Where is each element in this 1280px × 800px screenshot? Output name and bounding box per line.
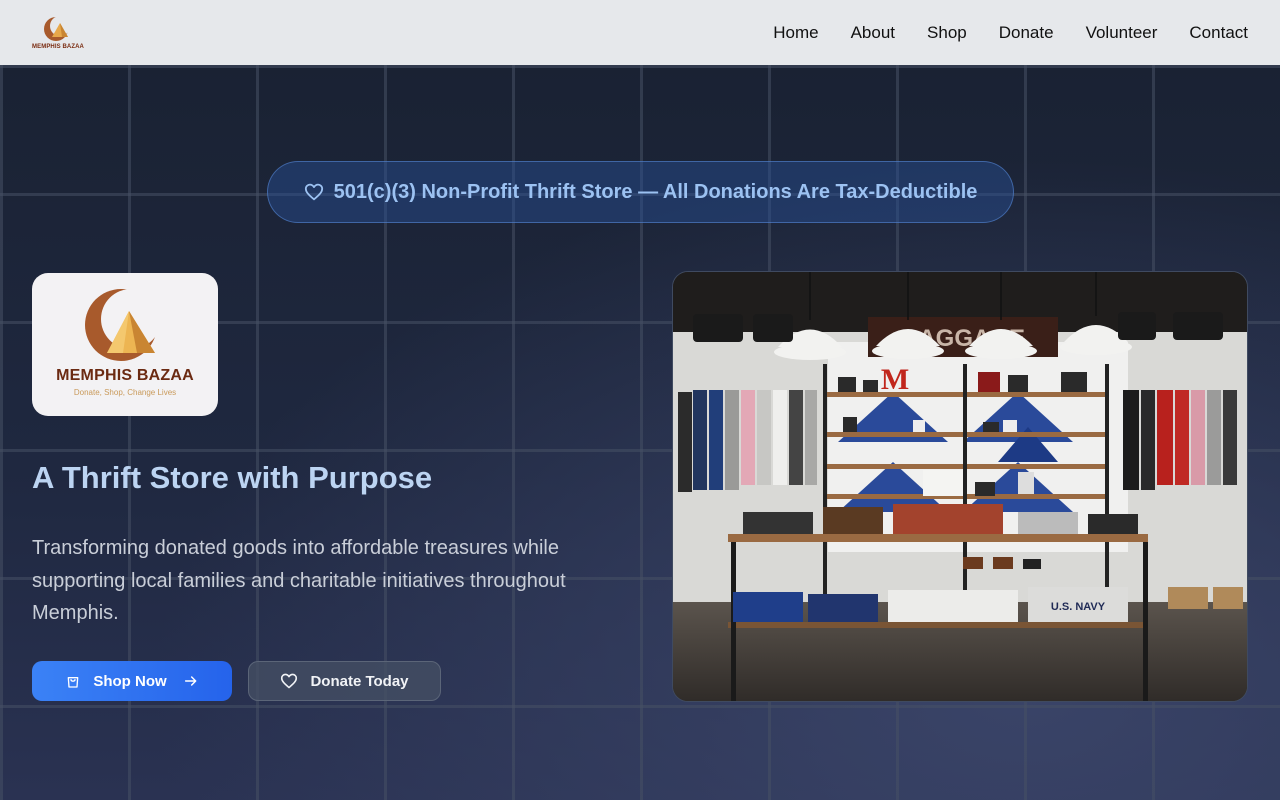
logo-title: MEMPHIS BAZAA <box>56 367 194 384</box>
nav-home[interactable]: Home <box>773 23 818 43</box>
nav-contact[interactable]: Contact <box>1189 23 1248 43</box>
brand-logo-card: MEMPHIS BAZAA Donate, Shop, Change Lives <box>32 273 218 416</box>
donate-today-button[interactable]: Donate Today <box>248 661 441 701</box>
nav-volunteer[interactable]: Volunteer <box>1086 23 1158 43</box>
shop-now-label: Shop Now <box>93 672 167 690</box>
shop-now-button[interactable]: Shop Now <box>32 661 232 701</box>
nav-donate[interactable]: Donate <box>999 23 1054 43</box>
navy-shirt-text: U.S. NAVY <box>1051 601 1106 613</box>
header-logo-wordmark: MEMPHIS BAZAA <box>32 44 84 50</box>
header-logo[interactable]: MEMPHIS BAZAA <box>32 13 84 53</box>
svg-text:M: M <box>881 363 909 396</box>
pyramid-crescent-icon <box>85 289 161 361</box>
badge-text: 501(c)(3) Non-Profit Thrift Store — All … <box>333 180 978 203</box>
nonprofit-badge: 501(c)(3) Non-Profit Thrift Store — All … <box>267 161 1014 223</box>
site-header: MEMPHIS BAZAA Home About Shop Donate Vol… <box>0 0 1280 65</box>
nav-about[interactable]: About <box>851 23 895 43</box>
store-interior-image: BAGGAGE M U.S. NAVY <box>672 271 1248 702</box>
donate-today-label: Donate Today <box>310 672 409 690</box>
store-interior-illustration: BAGGAGE M U.S. NAVY <box>673 272 1247 701</box>
logo-tagline: Donate, Shop, Change Lives <box>73 388 177 397</box>
hero-title: A Thrift Store with Purpose <box>32 460 433 495</box>
heart-icon <box>281 673 298 689</box>
arrow-right-icon <box>184 676 197 686</box>
pyramid-crescent-icon <box>44 16 70 41</box>
main-nav: Home About Shop Donate Volunteer Contact <box>773 23 1248 43</box>
shopping-bag-icon <box>67 677 79 688</box>
hero-description: Transforming donated goods into affordab… <box>32 537 566 624</box>
heart-icon <box>304 183 323 201</box>
nav-shop[interactable]: Shop <box>927 23 967 43</box>
